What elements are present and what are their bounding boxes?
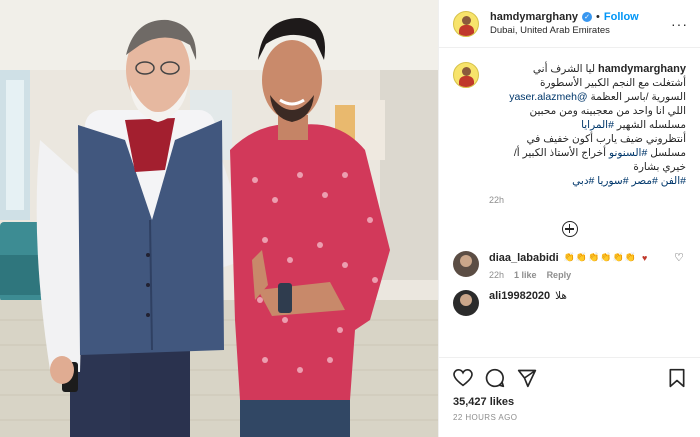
caption-line: أشتغلت مع النجم الكبير الأسطورة [539, 77, 686, 89]
bookmark-icon[interactable] [668, 368, 686, 388]
instagram-post: hamdymarghany ✓ • Follow Dubai, United A… [0, 0, 700, 437]
more-options-icon[interactable]: ··· [671, 16, 688, 32]
caption-text: hamdymarghany ليا الشرف أني أشتغلت مع ال… [489, 62, 686, 188]
post-timestamp: 22 HOURS AGO [453, 413, 518, 422]
reply-button[interactable]: Reply [547, 270, 572, 280]
plus-circle-icon [561, 221, 578, 237]
comment-like-heart-icon[interactable]: ♡ [674, 251, 686, 264]
post-actions: 35,427 likes 22 HOURS AGO [439, 357, 700, 437]
comment-icon[interactable] [485, 368, 505, 388]
mention-link[interactable]: @yaser.alazmeh [509, 91, 587, 103]
commenter-avatar[interactable] [453, 290, 479, 316]
comment-text: هلا [555, 290, 567, 302]
comment-likes[interactable]: 1 like [514, 270, 537, 280]
caption-time: 22h [489, 195, 505, 205]
caption-line: السورية /باسر العظمة [590, 91, 687, 103]
comment-item: ali19982020 هلا [453, 290, 686, 316]
caption-line: أنتظروني ضيف يارب أكون خفيف في [526, 133, 686, 145]
post-header: hamdymarghany ✓ • Follow Dubai, United A… [439, 0, 700, 48]
caption-line: مسلسل [650, 147, 686, 159]
hashtag-link[interactable]: #السنونو [609, 147, 647, 159]
caption-line: مسلسله الشهير [616, 119, 686, 131]
caption-author-avatar[interactable] [453, 62, 479, 88]
hashtag-link[interactable]: #المرايا [581, 119, 614, 131]
share-icon[interactable] [517, 368, 537, 388]
comment-item: diaa_lababidi 👏👏👏👏👏👏 ♥ ♡ 22h 1 like Repl… [453, 251, 686, 280]
hashtag-links[interactable]: #الفن #مصر #سوريا #دبي [572, 175, 686, 187]
author-avatar[interactable] [453, 10, 479, 37]
commenter-username[interactable]: diaa_lababidi [489, 252, 559, 264]
load-more-comments-button[interactable] [453, 221, 686, 237]
post-caption: hamdymarghany ليا الشرف أني أشتغلت مع ال… [453, 48, 686, 205]
heart-icon[interactable] [453, 369, 473, 387]
caption-line: خيري بشارة [633, 161, 686, 173]
commenter-avatar[interactable] [453, 251, 479, 277]
verified-badge-icon: ✓ [582, 12, 593, 22]
location-link[interactable]: Dubai, United Arab Emirates [490, 25, 639, 36]
heart-emoji: ♥ [641, 252, 648, 263]
comment-time: 22h [489, 270, 505, 280]
separator: • [596, 11, 600, 23]
comments-scroll-area[interactable]: hamdymarghany ليا الشرف أني أشتغلت مع ال… [439, 48, 700, 357]
likes-count[interactable]: 35,427 likes [453, 396, 686, 408]
caption-line: ليا الشرف أني [532, 63, 596, 75]
commenter-username[interactable]: ali19982020 [489, 290, 550, 302]
follow-button[interactable]: Follow [604, 11, 639, 23]
post-sidebar: hamdymarghany ✓ • Follow Dubai, United A… [438, 0, 700, 437]
post-photo[interactable] [0, 0, 438, 437]
photo-illustration [0, 0, 438, 437]
comment-emoji: 👏👏👏👏👏👏 [563, 252, 637, 262]
caption-line: اللي انا واحد من معجبينه ومن محبين [529, 105, 686, 117]
caption-username[interactable]: hamdymarghany [598, 63, 686, 75]
caption-line: أخراج الأستاذ الكبير أ/ [513, 147, 607, 159]
author-username[interactable]: hamdymarghany [490, 11, 578, 23]
